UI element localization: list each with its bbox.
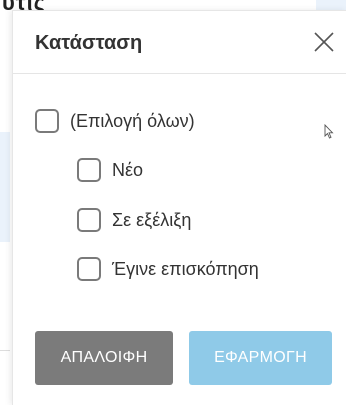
close-button[interactable]: [313, 31, 335, 53]
select-all-label: (Επιλογή όλων): [70, 110, 195, 131]
select-all-checkbox[interactable]: [35, 109, 59, 133]
option-in-progress[interactable]: Σε εξέλιξη: [77, 208, 191, 232]
option-in-progress-checkbox[interactable]: [77, 208, 101, 232]
apply-button[interactable]: ΕΦΑΡΜΟΓΗ: [189, 331, 332, 385]
background-highlight-strip: [0, 132, 10, 242]
popup-title: Κατάσταση: [35, 32, 143, 54]
option-reviewed-label: Έγινε επισκόπηση: [112, 258, 259, 279]
option-new[interactable]: Νέο: [77, 158, 143, 182]
popup-header: Κατάσταση: [13, 11, 346, 74]
clear-button[interactable]: ΑΠΑΛΟΙΦΗ: [35, 331, 173, 385]
status-filter-popup: Κατάσταση (Επιλογή όλων) Νέο Σε εξέλιξη …: [12, 10, 346, 405]
select-all-option[interactable]: (Επιλογή όλων): [35, 109, 195, 133]
background-divider: [0, 350, 10, 351]
option-new-label: Νέο: [112, 159, 144, 180]
close-icon: [314, 32, 334, 52]
option-reviewed[interactable]: Έγινε επισκόπηση: [77, 257, 259, 281]
option-in-progress-label: Σε εξέλιξη: [112, 209, 192, 230]
option-new-checkbox[interactable]: [77, 158, 101, 182]
option-reviewed-checkbox[interactable]: [77, 257, 101, 281]
mouse-cursor-icon: [324, 124, 334, 139]
